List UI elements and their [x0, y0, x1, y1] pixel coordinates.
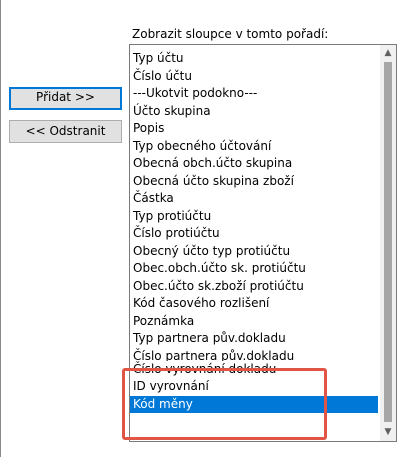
- add-button[interactable]: Přidat >>: [9, 87, 122, 110]
- vertical-scrollbar[interactable]: ▲ ▼: [380, 45, 396, 441]
- list-item[interactable]: Číslo partnera pův.dokladu: [130, 348, 378, 361]
- left-border: [0, 0, 1, 457]
- column-order-listbox[interactable]: Typ účtu Číslo účtu ---Ukotvit podokno--…: [129, 44, 397, 442]
- remove-button[interactable]: << Odstranit: [9, 120, 122, 143]
- column-list: Typ účtu Číslo účtu ---Ukotvit podokno--…: [130, 50, 378, 413]
- list-item[interactable]: Částka: [130, 190, 378, 208]
- list-item[interactable]: Obec.účto sk.zboží protiúčtu: [130, 278, 378, 296]
- list-item[interactable]: Číslo vyrovnání dokladu: [130, 361, 378, 379]
- list-item[interactable]: ID vyrovnání: [130, 378, 378, 396]
- scrollbar-thumb[interactable]: [384, 62, 392, 422]
- list-item[interactable]: Popis: [130, 120, 378, 138]
- scroll-up-icon[interactable]: ▲: [380, 45, 396, 62]
- list-item[interactable]: Účto skupina: [130, 103, 378, 121]
- list-item[interactable]: Obec.obch.účto sk. protiúčtu: [130, 260, 378, 278]
- list-caption: Zobrazit sloupce v tomto pořadí:: [132, 27, 329, 41]
- list-item[interactable]: Obecná účto skupina zboží: [130, 173, 378, 191]
- list-item[interactable]: Typ účtu: [130, 50, 378, 68]
- list-item[interactable]: ---Ukotvit podokno---: [130, 85, 378, 103]
- list-item[interactable]: Kód časového rozlišení: [130, 295, 378, 313]
- list-item[interactable]: Typ obecného účtování: [130, 138, 378, 156]
- list-item[interactable]: Číslo účtu: [130, 68, 378, 86]
- list-item[interactable]: Číslo protiúčtu: [130, 225, 378, 243]
- list-item[interactable]: Typ partnera pův.dokladu: [130, 330, 378, 348]
- list-item-selected[interactable]: Kód měny: [130, 395, 378, 413]
- list-item[interactable]: Typ protiúčtu: [130, 208, 378, 226]
- list-item[interactable]: Obecný účto typ protiúčtu: [130, 243, 378, 261]
- scroll-down-icon[interactable]: ▼: [380, 424, 396, 441]
- list-item[interactable]: Poznámka: [130, 313, 378, 331]
- list-item[interactable]: Obecná obch.účto skupina: [130, 155, 378, 173]
